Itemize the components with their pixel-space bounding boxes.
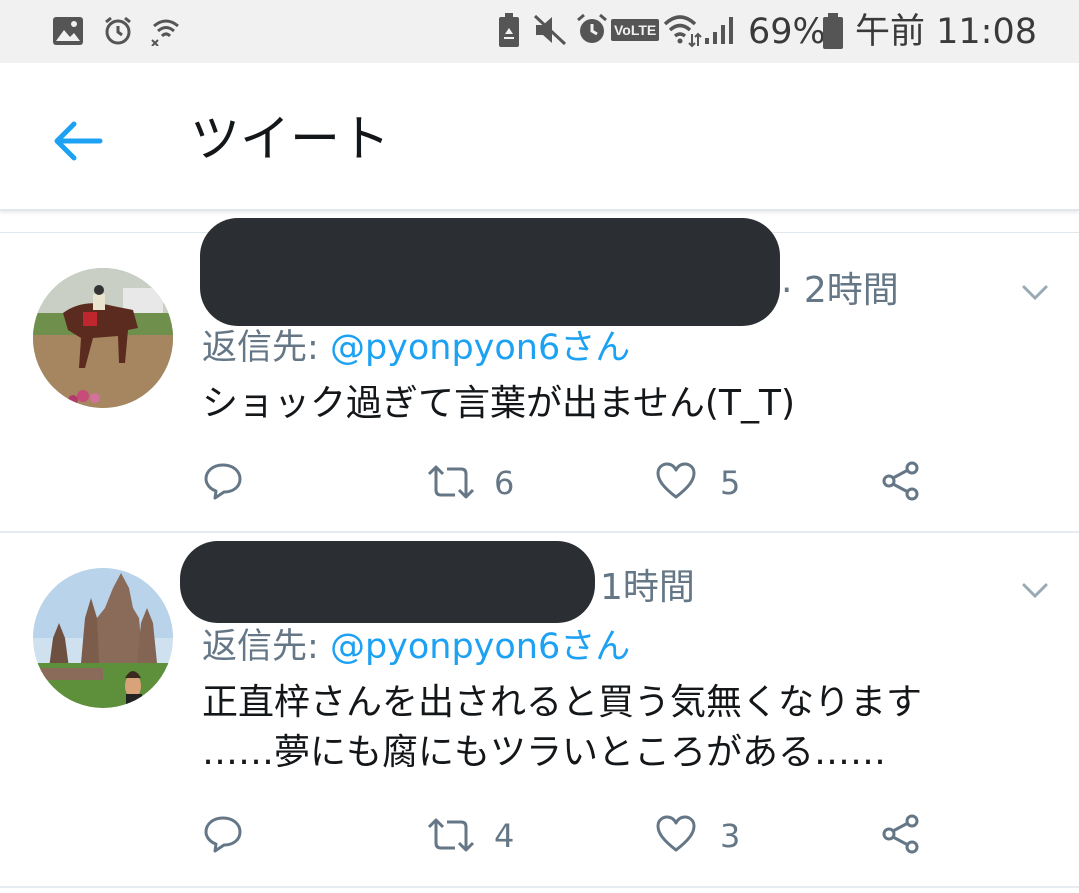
like-count: 5 [720, 464, 741, 502]
reply-icon[interactable] [202, 460, 244, 502]
retweet-count: 4 [494, 817, 515, 855]
reply-to-label: 返信先: [202, 328, 319, 368]
recycle-battery-icon [499, 13, 519, 47]
retweet-icon[interactable] [425, 462, 477, 502]
tweet-item[interactable]: 1時間 返信先: @pyonpyon6さん 正直梓さんを出されると買う気無くなり… [0, 533, 1079, 889]
reply-to-label: 返信先: [202, 627, 319, 667]
tweet-divider [0, 886, 1079, 888]
tweet-text: 正直梓さんを出されると買う気無くなります ……夢にも腐にもツラいところがある…… [202, 682, 923, 773]
avatar[interactable] [33, 568, 173, 708]
tweet-text: ショック過ぎて言葉が出ません(T_T) [202, 383, 795, 424]
reply-to: 返信先: @pyonpyon6さん [202, 326, 630, 370]
clock: 午前 11:08 [855, 12, 1037, 52]
retweet-count: 6 [494, 464, 515, 502]
avatar[interactable] [33, 268, 173, 408]
reply-mention-link[interactable]: @pyonpyon6さん [330, 627, 630, 667]
app-bar: ツイート [0, 63, 1079, 211]
redacted-user-name [180, 541, 595, 623]
wifi-off-icon [151, 19, 179, 46]
share-icon[interactable] [880, 460, 922, 502]
tweet-time: 1時間 [600, 567, 695, 608]
like-count: 3 [720, 817, 741, 855]
chevron-down-icon[interactable] [1018, 573, 1052, 607]
status-bar: VoLTE 69% 午前 11:08 [0, 0, 1079, 63]
like-icon[interactable] [655, 461, 697, 501]
page-title: ツイート [190, 110, 390, 168]
reply-icon[interactable] [202, 813, 244, 855]
arrow-left-icon[interactable] [48, 111, 108, 171]
battery-icon [823, 13, 843, 49]
share-icon[interactable] [880, 813, 922, 855]
like-icon[interactable] [655, 814, 697, 854]
alarm-clock-icon [577, 13, 607, 43]
tweet-item[interactable]: · 2時間 返信先: @pyonpyon6さん ショック過ぎて言葉が出ません(T… [0, 218, 1079, 531]
signal-icon [705, 17, 733, 44]
mute-icon [533, 14, 567, 46]
volte-icon: VoLTE [611, 19, 660, 41]
chevron-down-icon[interactable] [1018, 275, 1052, 309]
reply-to: 返信先: @pyonpyon6さん [202, 625, 630, 669]
tweet-time: · 2時間 [781, 270, 899, 311]
image-icon [53, 17, 83, 45]
redacted-user-name [200, 218, 780, 326]
wifi-icon [663, 15, 702, 48]
alarm-icon [105, 16, 131, 45]
reply-mention-link[interactable]: @pyonpyon6さん [330, 328, 630, 368]
battery-percentage: 69% [748, 12, 826, 52]
retweet-icon[interactable] [425, 815, 477, 855]
